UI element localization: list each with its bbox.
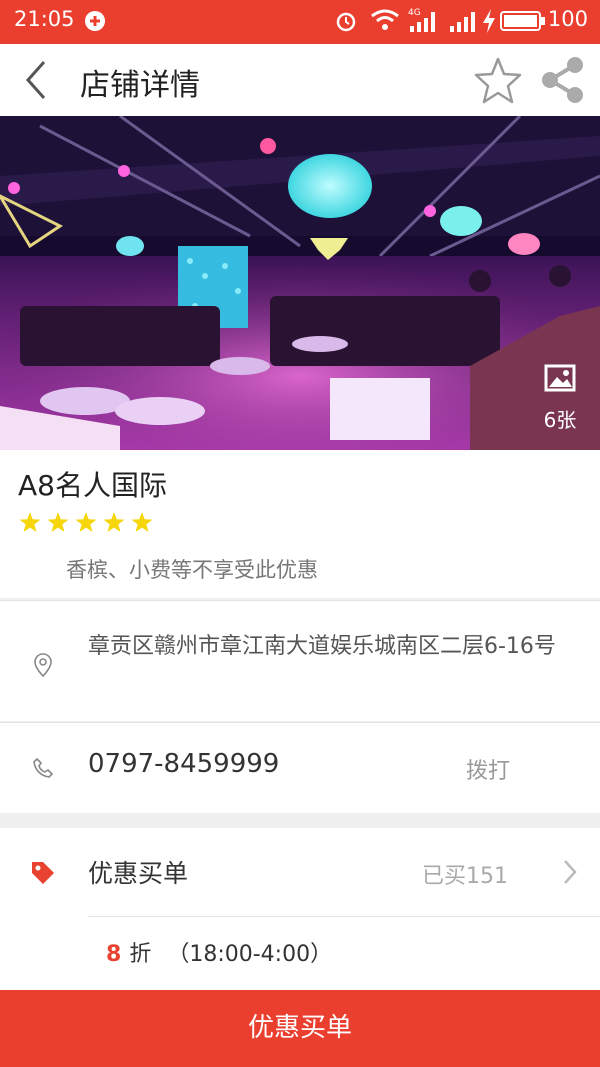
- network-label: 4G: [408, 8, 421, 18]
- alarm-icon: [335, 10, 357, 36]
- share-icon[interactable]: [538, 54, 588, 106]
- status-bar: 21:05 4G 100: [0, 0, 600, 44]
- page-title: 店铺详情: [80, 68, 200, 103]
- signal-4g-icon: 4G: [408, 6, 440, 38]
- dial-button[interactable]: 拨打: [466, 753, 510, 785]
- discount-unit: 折: [129, 942, 152, 967]
- discount-section: 优惠买单 已买151 8 折 （18:00-4:00）: [0, 828, 600, 990]
- back-arrow-icon[interactable]: [22, 58, 52, 102]
- tag-icon: [30, 860, 56, 890]
- battery-icon: [500, 10, 546, 36]
- status-time: 21:05: [14, 7, 75, 31]
- charging-icon: [482, 9, 496, 37]
- discount-note: 香槟、小费等不享受此优惠: [66, 558, 318, 582]
- rating-star-icon: [103, 512, 125, 532]
- store-photo[interactable]: 6张: [0, 116, 600, 450]
- discount-rate: 8: [106, 942, 122, 967]
- battery-level: 100: [547, 7, 588, 31]
- bought-count: 已买151: [422, 864, 508, 889]
- discount-row[interactable]: 优惠买单 已买151: [0, 828, 600, 916]
- phone-icon: [32, 757, 54, 783]
- location-pin-icon: [34, 653, 52, 681]
- star-rating: [18, 510, 158, 540]
- club-interior-illustration: [0, 116, 600, 450]
- store-name: A8名人国际: [18, 469, 167, 502]
- photo-count-text: 6张: [543, 408, 577, 432]
- rating-star-icon: [47, 512, 69, 532]
- address-row[interactable]: 章贡区赣州市章江南大道娱乐城南区二层6-16号: [0, 600, 600, 721]
- divider: [88, 916, 600, 917]
- rating-star-icon: [131, 512, 153, 532]
- star-outline-icon[interactable]: [472, 55, 524, 107]
- app-bar: 店铺详情: [0, 44, 600, 116]
- deal-info: 8 折 （18:00-4:00）: [106, 936, 332, 968]
- wifi-icon: [370, 8, 400, 36]
- phone-row: 0797-8459999 拨打: [0, 722, 600, 813]
- chevron-right-icon: [562, 858, 578, 890]
- signal-icon: [448, 8, 478, 38]
- store-info: A8名人国际 香槟、小费等不享受此优惠: [0, 450, 600, 598]
- rating-star-icon: [19, 512, 41, 532]
- phone-number: 0797-8459999: [88, 749, 280, 779]
- address-text: 章贡区赣州市章江南大道娱乐城南区二层6-16号: [88, 634, 556, 659]
- rating-star-icon: [75, 512, 97, 532]
- photo-count-badge[interactable]: 6张: [530, 354, 590, 436]
- discount-hours: （18:00-4:00）: [167, 942, 333, 967]
- buy-discount-button[interactable]: 优惠买单: [0, 990, 600, 1067]
- app-notification-icon: [84, 10, 106, 36]
- discount-label: 优惠买单: [88, 859, 189, 888]
- image-icon: [544, 364, 576, 392]
